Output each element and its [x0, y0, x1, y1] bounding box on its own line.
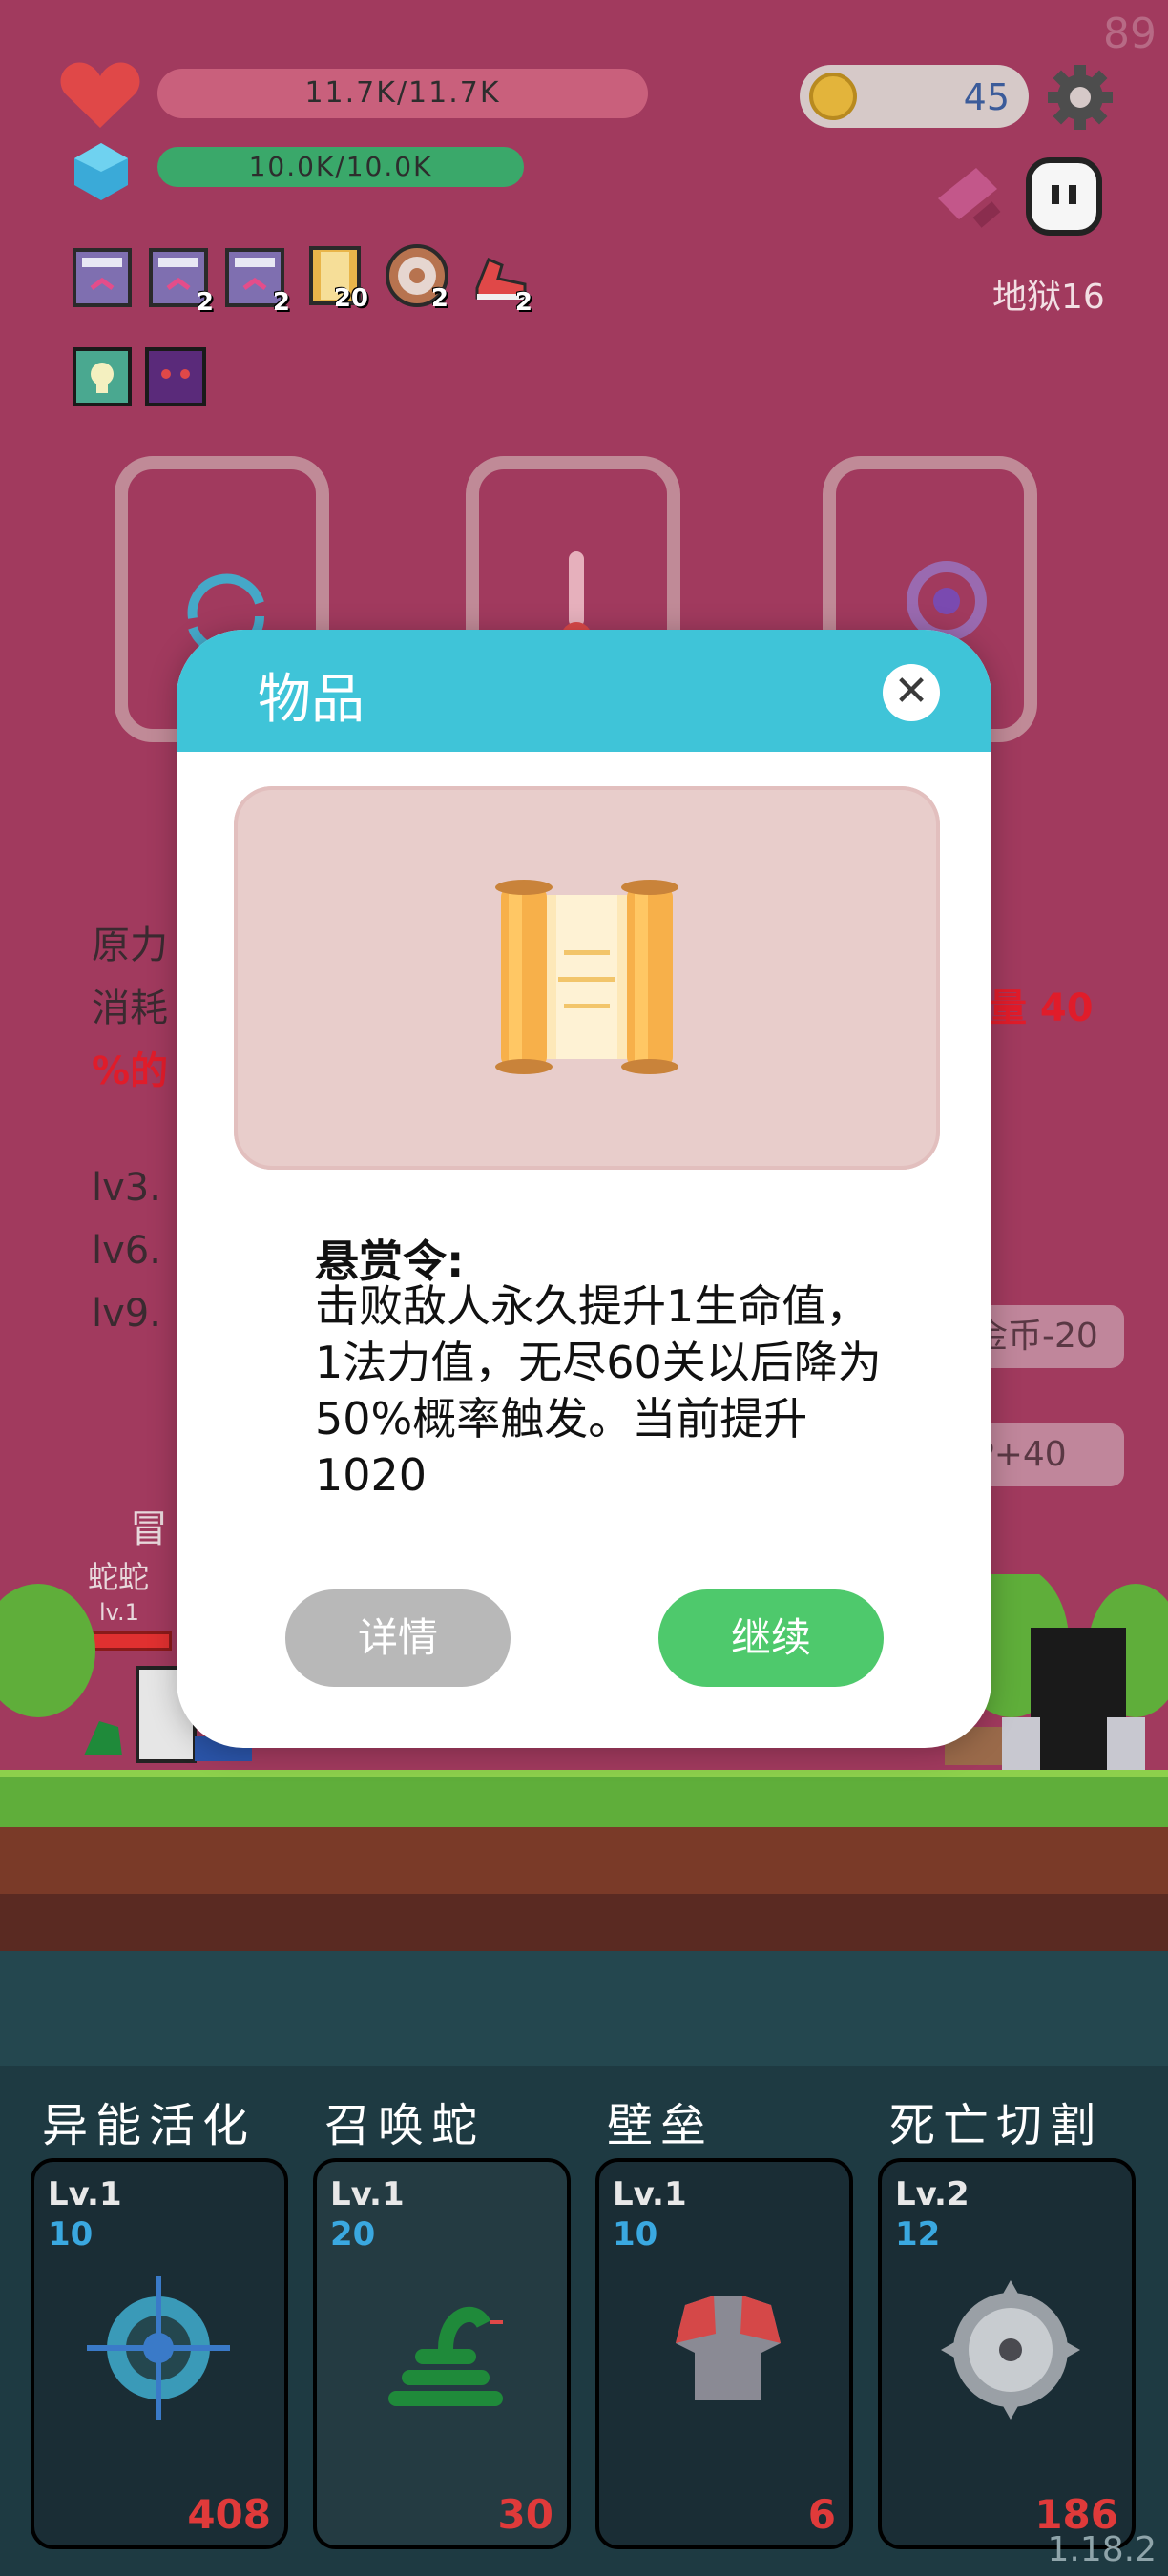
item-image-box [234, 786, 940, 1170]
item-dialog: 物品 ✕ 悬赏令: 击败敌人永久提升1生命值，1法力值，无尽60关以后降为50%… [177, 630, 991, 1748]
bounty-scroll-icon [495, 880, 678, 1074]
continue-button[interactable]: 继续 [658, 1589, 884, 1687]
item-description: 击败敌人永久提升1生命值，1法力值，无尽60关以后降为50%概率触发。当前提升1… [315, 1280, 882, 1501]
close-button[interactable]: ✕ [883, 664, 940, 721]
dialog-title: 物品 [258, 669, 365, 731]
details-button[interactable]: 详情 [285, 1589, 511, 1687]
dialog-header: 物品 ✕ [177, 630, 991, 752]
